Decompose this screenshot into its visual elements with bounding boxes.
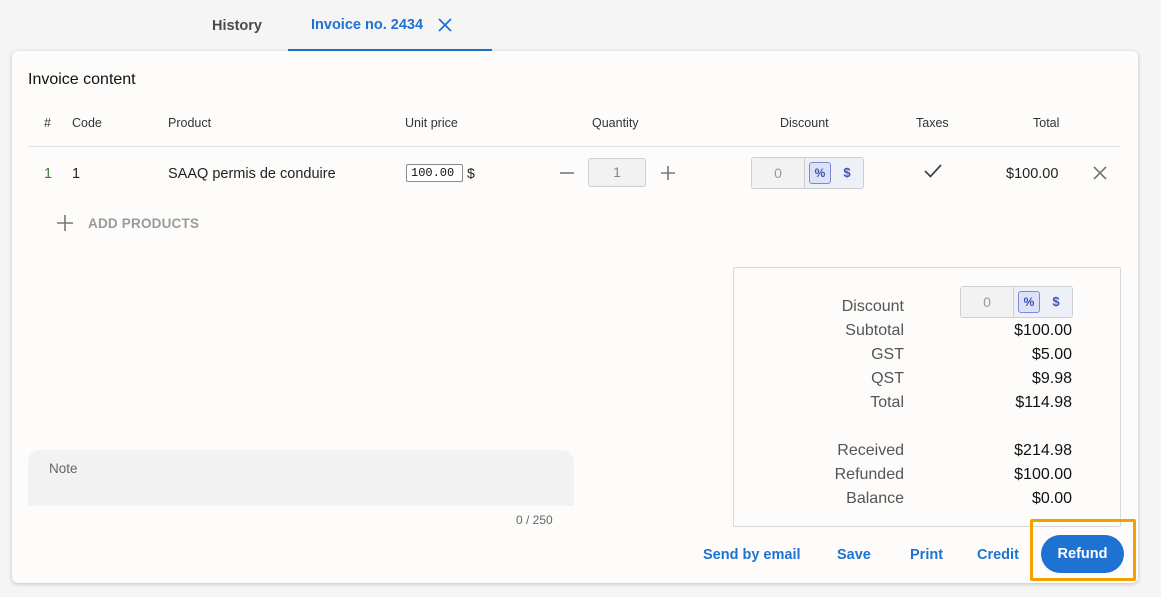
column-header-num: # [44,116,51,130]
print-button[interactable]: Print [910,547,943,563]
row-number: 1 [44,166,53,182]
summary-qst-value: $9.98 [1031,370,1072,387]
note-label: Note [49,461,78,476]
column-header-taxes: Taxes [916,116,949,130]
quantity-increase-icon[interactable] [659,164,677,182]
row-discount-dollar-toggle[interactable]: $ [835,162,859,184]
save-button[interactable]: Save [837,547,871,563]
summary-subtotal-value: $100.00 [1014,322,1072,339]
summary-refunded-value: $100.00 [1014,466,1072,483]
row-code: 1 [72,166,81,182]
column-header-unit-price: Unit price [405,116,458,130]
unit-price-input[interactable]: 100.00 [406,164,463,182]
tab-history[interactable]: History [186,0,288,51]
summary-qst-label: QST [871,370,904,387]
add-products-label: ADD PRODUCTS [88,215,200,231]
column-header-code: Code [72,116,102,130]
row-discount-percent-toggle[interactable]: % [809,162,831,184]
tab-invoice[interactable]: Invoice no. 2434 [288,0,492,51]
header-divider [28,146,1121,147]
summary-gst-value: $5.00 [1031,346,1072,363]
row-total: $100.00 [1006,166,1059,182]
summary-discount-dollar-toggle[interactable]: $ [1044,291,1068,313]
tab-invoice-label: Invoice no. 2434 [311,16,424,33]
remove-row-icon[interactable] [1092,165,1108,181]
summary-balance-value: $0.00 [1031,490,1072,507]
summary-total-value: $114.98 [1015,394,1072,411]
checkmark-icon [922,162,944,180]
tab-bar: History Invoice no. 2434 [0,0,1161,51]
row-product: SAAQ permis de conduire [168,166,336,182]
row-discount-group: 0 % $ [751,157,864,189]
quantity-decrease-icon[interactable] [558,164,576,182]
plus-icon [57,215,73,231]
column-header-discount: Discount [780,116,829,130]
note-character-counter: 0 / 250 [516,513,553,527]
tab-history-label: History [212,17,262,34]
summary-refunded-label: Refunded [834,466,904,483]
refund-button[interactable]: Refund [1041,535,1124,573]
summary-discount-group: 0 % $ [960,286,1073,318]
column-header-total: Total [1033,116,1060,130]
note-field[interactable]: Note [28,450,574,506]
summary-gst-label: GST [871,346,904,363]
summary-discount-label: Discount [841,298,904,315]
credit-button[interactable]: Credit [977,547,1019,563]
column-header-product: Product [168,116,212,130]
summary-subtotal-label: Subtotal [845,322,904,339]
close-icon[interactable] [437,17,453,33]
invoice-summary: Discount 0 % $ Subtotal $100.00 GST $5.0… [733,267,1121,527]
summary-discount-input[interactable]: 0 [961,287,1014,317]
row-discount-input[interactable]: 0 [752,158,805,188]
send-by-email-button[interactable]: Send by email [703,547,801,563]
invoice-card: Invoice content # Code Product Unit pric… [12,51,1138,583]
add-products-button[interactable]: ADD PRODUCTS [56,214,199,232]
quantity-input[interactable]: 1 [588,158,646,187]
column-header-quantity: Quantity [592,116,639,130]
summary-balance-label: Balance [846,490,904,507]
summary-discount-percent-toggle[interactable]: % [1018,291,1040,313]
summary-received-value: $214.98 [1014,442,1072,459]
refund-button-label: Refund [1057,546,1108,562]
invoice-content-title: Invoice content [28,71,136,88]
summary-total-label: Total [870,394,904,411]
summary-received-label: Received [837,442,904,459]
unit-price-currency: $ [467,165,475,181]
